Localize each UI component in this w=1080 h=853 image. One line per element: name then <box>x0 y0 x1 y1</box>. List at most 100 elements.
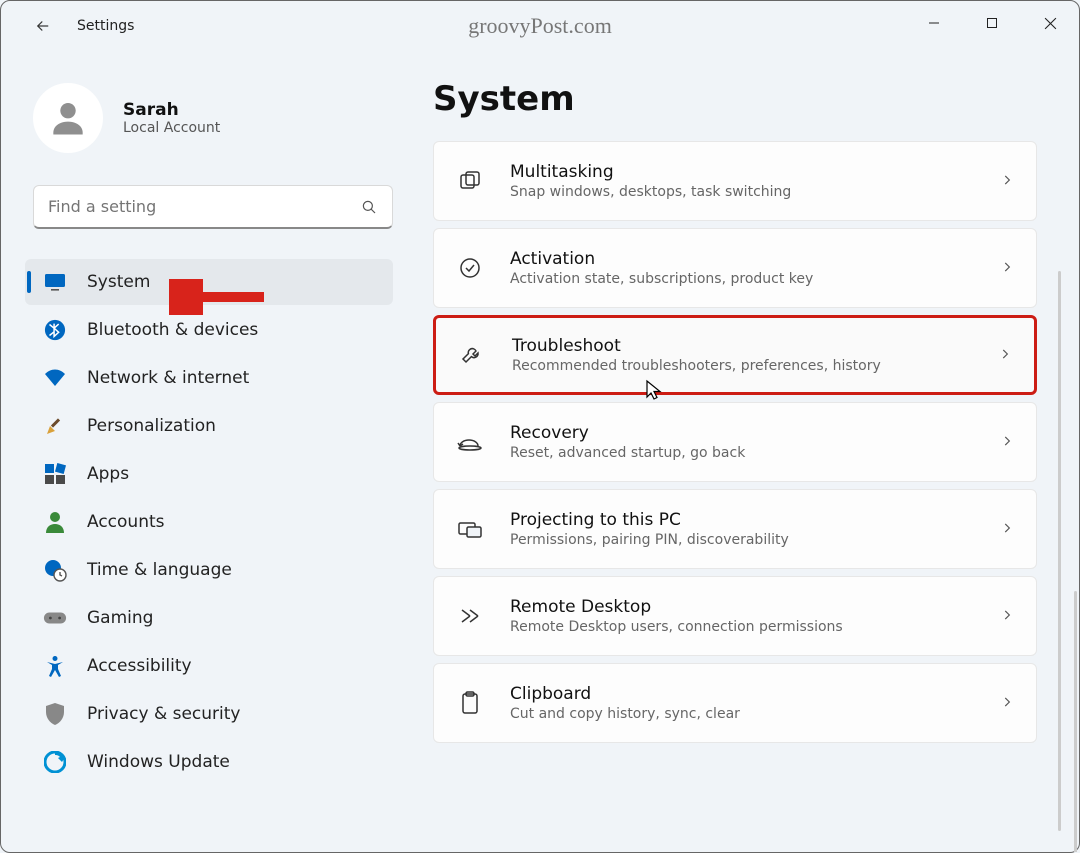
sidebar-item-privacy[interactable]: Privacy & security <box>25 691 393 737</box>
chevron-right-icon <box>1000 172 1014 191</box>
globe-clock-icon <box>43 558 67 582</box>
card-clipboard[interactable]: Clipboard Cut and copy history, sync, cl… <box>433 663 1037 743</box>
card-title: Troubleshoot <box>512 336 998 356</box>
sidebar-item-label: Apps <box>87 464 129 484</box>
update-icon <box>43 750 67 774</box>
paintbrush-icon <box>43 414 67 438</box>
sidebar-item-label: Privacy & security <box>87 704 241 724</box>
card-subtitle: Snap windows, desktops, task switching <box>510 184 1000 200</box>
card-remote-desktop[interactable]: Remote Desktop Remote Desktop users, con… <box>433 576 1037 656</box>
sidebar-item-label: Network & internet <box>87 368 249 388</box>
card-title: Clipboard <box>510 684 1000 704</box>
maximize-icon <box>986 17 998 29</box>
card-text: Recovery Reset, advanced startup, go bac… <box>510 423 1000 461</box>
settings-card-list: Multitasking Snap windows, desktops, tas… <box>433 141 1047 852</box>
wifi-icon <box>43 366 67 390</box>
profile-text: Sarah Local Account <box>123 100 220 136</box>
card-recovery[interactable]: Recovery Reset, advanced startup, go bac… <box>433 402 1037 482</box>
sidebar-item-gaming[interactable]: Gaming <box>25 595 393 641</box>
sidebar-item-label: Personalization <box>87 416 216 436</box>
card-title: Activation <box>510 249 1000 269</box>
sidebar-item-system[interactable]: System <box>25 259 393 305</box>
shield-icon <box>43 702 67 726</box>
avatar <box>33 83 103 153</box>
sidebar-item-label: Time & language <box>87 560 232 580</box>
sidebar-item-label: Accounts <box>87 512 165 532</box>
profile-name: Sarah <box>123 100 220 120</box>
card-subtitle: Activation state, subscriptions, product… <box>510 271 1000 287</box>
sidebar-item-personalization[interactable]: Personalization <box>25 403 393 449</box>
titlebar: Settings groovyPost.com <box>1 1 1079 51</box>
sidebar-item-label: System <box>87 272 150 292</box>
chevron-right-icon <box>1000 694 1014 713</box>
avatar-placeholder-icon <box>46 96 90 140</box>
sidebar-item-bluetooth[interactable]: Bluetooth & devices <box>25 307 393 353</box>
card-activation[interactable]: Activation Activation state, subscriptio… <box>433 228 1037 308</box>
person-icon <box>43 510 67 534</box>
card-text: Projecting to this PC Permissions, pairi… <box>510 510 1000 548</box>
card-text: Activation Activation state, subscriptio… <box>510 249 1000 287</box>
watermark-text: groovyPost.com <box>468 13 612 39</box>
card-text: Troubleshoot Recommended troubleshooters… <box>512 336 998 374</box>
minimize-icon <box>928 17 940 29</box>
arrow-left-icon <box>34 17 52 35</box>
sidebar-item-label: Gaming <box>87 608 153 628</box>
card-title: Remote Desktop <box>510 597 1000 617</box>
profile-block[interactable]: Sarah Local Account <box>25 79 401 177</box>
sidebar-item-label: Bluetooth & devices <box>87 320 258 340</box>
search-box[interactable] <box>33 185 393 229</box>
window-controls <box>905 1 1079 45</box>
sidebar-item-update[interactable]: Windows Update <box>25 739 393 785</box>
card-title: Multitasking <box>510 162 1000 182</box>
remote-desktop-icon <box>456 602 484 630</box>
recovery-icon <box>456 428 484 456</box>
content-pane: System Multitasking Snap windows, deskto… <box>411 51 1079 852</box>
apps-icon <box>43 462 67 486</box>
minimize-button[interactable] <box>905 1 963 45</box>
card-subtitle: Recommended troubleshooters, preferences… <box>512 358 998 374</box>
card-text: Multitasking Snap windows, desktops, tas… <box>510 162 1000 200</box>
accessibility-icon <box>43 654 67 678</box>
app-title: Settings <box>77 18 134 34</box>
sidebar-item-label: Accessibility <box>87 656 192 676</box>
sidebar-item-label: Windows Update <box>87 752 230 772</box>
profile-subtitle: Local Account <box>123 120 220 136</box>
card-troubleshoot[interactable]: Troubleshoot Recommended troubleshooters… <box>433 315 1037 395</box>
card-title: Projecting to this PC <box>510 510 1000 530</box>
gamepad-icon <box>43 606 67 630</box>
sidebar-item-network[interactable]: Network & internet <box>25 355 393 401</box>
card-title: Recovery <box>510 423 1000 443</box>
close-button[interactable] <box>1021 1 1079 45</box>
back-button[interactable] <box>29 12 57 40</box>
sidebar-item-time-language[interactable]: Time & language <box>25 547 393 593</box>
maximize-button[interactable] <box>963 1 1021 45</box>
page-title: System <box>433 79 1047 119</box>
chevron-right-icon <box>1000 259 1014 278</box>
chevron-right-icon <box>1000 433 1014 452</box>
clipboard-icon <box>456 689 484 717</box>
search-icon <box>360 198 378 216</box>
card-projecting[interactable]: Projecting to this PC Permissions, pairi… <box>433 489 1037 569</box>
card-subtitle: Remote Desktop users, connection permiss… <box>510 619 1000 635</box>
search-input[interactable] <box>48 197 360 216</box>
window-body: Sarah Local Account System Bluetooth & <box>1 51 1079 852</box>
checkmark-circle-icon <box>456 254 484 282</box>
card-text: Remote Desktop Remote Desktop users, con… <box>510 597 1000 635</box>
wrench-icon <box>458 341 486 369</box>
chevron-right-icon <box>1000 607 1014 626</box>
content-scrollbar[interactable] <box>1074 591 1077 852</box>
chevron-right-icon <box>998 346 1012 365</box>
card-subtitle: Permissions, pairing PIN, discoverabilit… <box>510 532 1000 548</box>
card-subtitle: Reset, advanced startup, go back <box>510 445 1000 461</box>
sidebar-item-accounts[interactable]: Accounts <box>25 499 393 545</box>
nav-list: System Bluetooth & devices Network & int… <box>25 259 401 785</box>
nav: System Bluetooth & devices Network & int… <box>25 257 401 852</box>
settings-window: Settings groovyPost.com Sarah Local Acco… <box>0 0 1080 853</box>
card-text: Clipboard Cut and copy history, sync, cl… <box>510 684 1000 722</box>
sidebar: Sarah Local Account System Bluetooth & <box>1 51 411 852</box>
close-icon <box>1044 17 1057 30</box>
chevron-right-icon <box>1000 520 1014 539</box>
sidebar-item-apps[interactable]: Apps <box>25 451 393 497</box>
card-multitasking[interactable]: Multitasking Snap windows, desktops, tas… <box>433 141 1037 221</box>
sidebar-item-accessibility[interactable]: Accessibility <box>25 643 393 689</box>
